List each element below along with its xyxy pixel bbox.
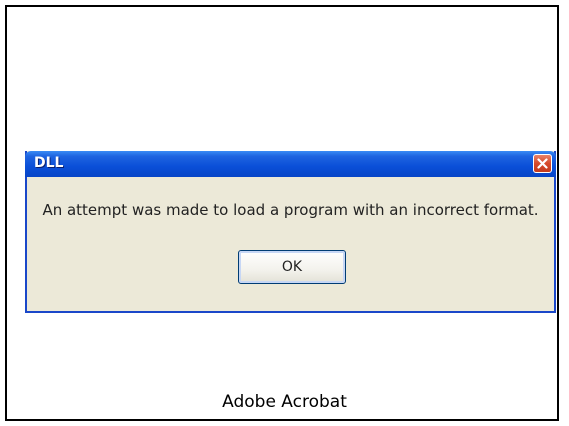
ok-button[interactable]: OK bbox=[238, 250, 346, 284]
error-dialog: DLL An attempt was made to load a progra… bbox=[25, 151, 556, 313]
dialog-title: DLL bbox=[34, 155, 64, 171]
dialog-message: An attempt was made to load a program wi… bbox=[42, 201, 539, 219]
dialog-titlebar[interactable]: DLL bbox=[25, 151, 556, 177]
close-button[interactable] bbox=[533, 154, 552, 173]
slide-caption: Adobe Acrobat bbox=[222, 392, 347, 412]
close-icon bbox=[537, 158, 548, 169]
